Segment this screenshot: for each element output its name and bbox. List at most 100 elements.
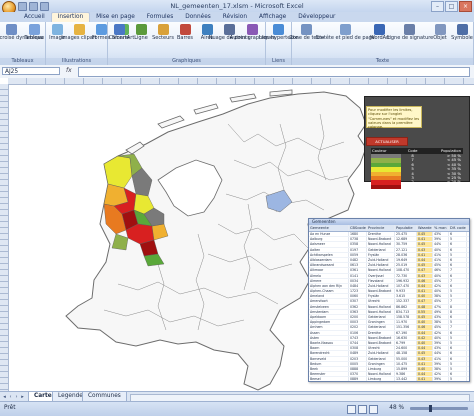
popup-table-cell[interactable]: Bedum <box>309 361 349 366</box>
popup-table-cell[interactable]: Fryslân <box>367 252 395 257</box>
popup-table-cell[interactable]: Baarle-Nassau <box>309 340 349 346</box>
popup-table-cell[interactable]: 0003 <box>349 320 367 325</box>
popup-table-cell[interactable]: Barneveld <box>309 356 349 361</box>
popup-table-cell[interactable]: 0.48 <box>417 304 433 309</box>
popup-table-cell[interactable]: 0888 <box>349 366 367 372</box>
zoom-slider-thumb[interactable] <box>429 405 433 412</box>
popup-table-cell[interactable]: 43% <box>433 232 449 237</box>
popup-table-cell[interactable]: 0.42 <box>417 335 433 340</box>
popup-column-header[interactable]: Gemeente <box>309 225 349 231</box>
popup-table-cell[interactable]: Noord-Brabant <box>367 237 395 242</box>
popup-table-cell[interactable]: 0.41 <box>417 377 433 381</box>
popup-table-cell[interactable]: 5 <box>449 320 467 325</box>
popup-table-cell[interactable]: 6 <box>449 232 467 237</box>
popup-table-cell[interactable]: 0.44 <box>417 372 433 377</box>
popup-column-header[interactable]: Dif. code <box>449 225 467 231</box>
popup-table-cell[interactable]: 6 <box>449 346 467 351</box>
name-box[interactable]: AJ25 <box>2 67 60 75</box>
popup-table-cell[interactable]: 48.158 <box>395 351 417 356</box>
popup-table-cell[interactable]: 0.43 <box>417 273 433 278</box>
popup-table-cell[interactable]: 6 <box>449 372 467 377</box>
popup-table-cell[interactable]: 0.40 <box>417 366 433 372</box>
popup-table-cell[interactable]: Zuid-Holland <box>367 283 395 289</box>
popup-table-cell[interactable]: 8 <box>449 309 467 314</box>
minimize-button[interactable]: – <box>431 1 444 12</box>
popup-table-cell[interactable]: Zuid-Holland <box>367 351 395 356</box>
ribbon-button[interactable]: Ligne de signature <box>387 24 433 42</box>
ribbon-button[interactable]: Secteurs <box>152 24 174 42</box>
popup-table-cell[interactable]: 0106 <box>349 330 367 335</box>
ribbon-tab[interactable]: Affichage <box>253 12 292 22</box>
popup-table-cell[interactable]: 0.45 <box>417 263 433 268</box>
popup-table-cell[interactable]: 0034 <box>349 278 367 283</box>
popup-table-cell[interactable]: 28.036 <box>395 252 417 257</box>
popup-table-cell[interactable]: Noord-Holland <box>367 242 395 247</box>
popup-table-cell[interactable]: 25.019 <box>395 263 417 268</box>
ribbon-tab[interactable]: Révision <box>217 12 253 22</box>
popup-table-cell[interactable]: Flevoland <box>367 278 395 283</box>
popup-table-cell[interactable]: 0.43 <box>417 356 433 361</box>
popup-table-cell[interactable]: 6 <box>449 263 467 268</box>
popup-table-cell[interactable]: 39% <box>433 237 449 242</box>
popup-table-cell[interactable]: 0.41 <box>417 237 433 242</box>
popup-table-cell[interactable]: 0.44 <box>417 283 433 289</box>
popup-table-cell[interactable]: 5 <box>449 289 467 294</box>
maximize-button[interactable]: □ <box>445 1 458 12</box>
popup-table-cell[interactable]: Apeldoorn <box>309 315 349 320</box>
popup-table-cell[interactable]: 38% <box>433 320 449 325</box>
popup-table-cell[interactable]: Achtkarspelen <box>309 252 349 257</box>
popup-table-cell[interactable]: 3.615 <box>395 294 417 299</box>
ribbon-button[interactable]: Lien hypertexte <box>259 24 298 42</box>
popup-table-cell[interactable]: Noord-Holland <box>367 268 395 273</box>
popup-table-cell[interactable]: 0.44 <box>417 330 433 335</box>
last-sheet-icon[interactable]: ▸ <box>20 394 25 400</box>
popup-table-cell[interactable]: 46% <box>433 268 449 273</box>
popup-table-cell[interactable]: 0.45 <box>417 351 433 356</box>
municipality-data-window[interactable]: Gemeenten Gemeente CBScode Provincie Popula… <box>308 218 470 382</box>
popup-table-cell[interactable]: 44% <box>433 351 449 356</box>
popup-table-cell[interactable]: 9.386 <box>395 372 417 377</box>
popup-table-cell[interactable]: 42% <box>433 372 449 377</box>
popup-table-cell[interactable]: 6 <box>449 283 467 289</box>
popup-table-cell[interactable]: 0.43 <box>417 247 433 252</box>
popup-table-cell[interactable]: 0059 <box>349 252 367 257</box>
popup-table-cell[interactable]: Fryslân <box>367 294 395 299</box>
popup-table-cell[interactable]: 0744 <box>349 340 367 346</box>
popup-table-cell[interactable]: 43% <box>433 346 449 351</box>
popup-table-cell[interactable]: Drenthe <box>367 232 395 237</box>
popup-table-cell[interactable]: 55.000 <box>395 356 417 361</box>
popup-table-cell[interactable]: Groningen <box>367 361 395 366</box>
popup-table-cell[interactable]: Utrecht <box>367 299 395 304</box>
popup-table-cell[interactable]: Noord-Brabant <box>367 289 395 294</box>
close-button[interactable]: × <box>459 1 472 12</box>
popup-table-cell[interactable]: 0.46 <box>417 325 433 330</box>
popup-table-cell[interactable]: 41% <box>433 356 449 361</box>
popup-table-cell[interactable]: 27.121 <box>395 247 417 252</box>
popup-table-cell[interactable]: Noord-Holland <box>367 372 395 377</box>
popup-table-cell[interactable]: 0358 <box>349 242 367 247</box>
popup-table-cell[interactable]: Gelderland <box>367 325 395 330</box>
first-sheet-icon[interactable]: ◂ <box>2 394 7 400</box>
popup-column-header[interactable]: Waarde <box>417 225 433 231</box>
popup-table-cell[interactable]: 0.45 <box>417 232 433 237</box>
ribbon-button[interactable]: Objet <box>429 24 451 42</box>
next-sheet-icon[interactable]: › <box>14 394 19 400</box>
refresh-button[interactable]: ACTUALISER <box>366 137 408 146</box>
popup-table-cell[interactable]: Beesel <box>309 377 349 381</box>
popup-table-cell[interactable]: 0.41 <box>417 361 433 366</box>
popup-table-cell[interactable]: 0613 <box>349 263 367 268</box>
popup-table-cell[interactable]: 43% <box>433 315 449 320</box>
popup-table-cell[interactable]: 0738 <box>349 237 367 242</box>
ribbon-button[interactable]: Barres <box>174 24 196 42</box>
popup-table-cell[interactable]: 45% <box>433 299 449 304</box>
popup-table-cell[interactable]: Alkmaar <box>309 268 349 273</box>
popup-table-cell[interactable]: Gelderland <box>367 356 395 361</box>
popup-table-cell[interactable]: Beemster <box>309 372 349 377</box>
popup-table-cell[interactable]: 0200 <box>349 315 367 320</box>
popup-table-cell[interactable]: Aalten <box>309 247 349 252</box>
popup-table-cell[interactable]: Limburg <box>367 377 395 381</box>
popup-table-cell[interactable]: Groningen <box>367 320 395 325</box>
popup-table-cell[interactable]: 6 <box>449 242 467 247</box>
popup-table-cell[interactable]: 16.630 <box>395 335 417 340</box>
popup-table-cell[interactable]: 1723 <box>349 289 367 294</box>
